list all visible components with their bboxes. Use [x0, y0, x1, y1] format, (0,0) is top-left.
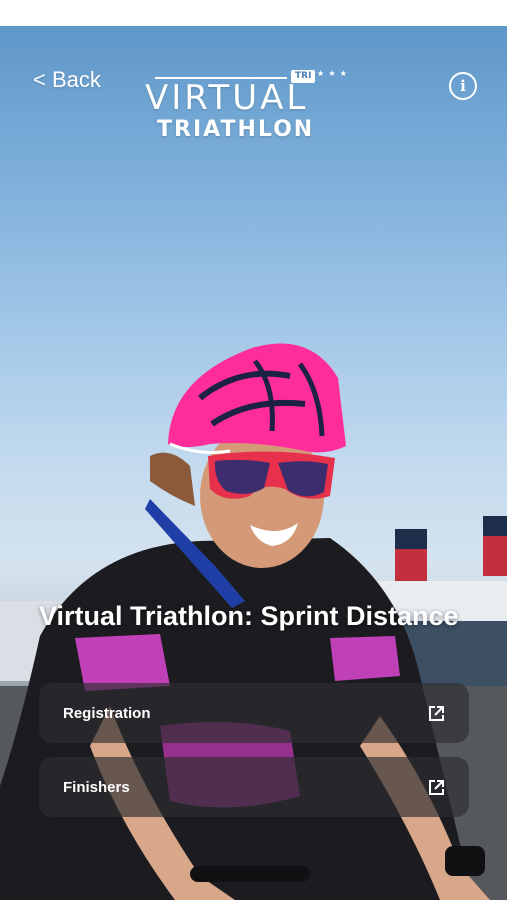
- external-link-icon: [429, 706, 444, 721]
- info-button[interactable]: i: [449, 72, 477, 100]
- event-title: Virtual Triathlon: Sprint Distance: [39, 601, 459, 631]
- hero-background-photo: < Back i TRI ★ ★ ★ VIRTUAL TRIATHLON Vir…: [0, 26, 507, 900]
- registration-link[interactable]: Registration: [39, 683, 469, 743]
- logo-stars-icon: ★ ★ ★: [317, 69, 348, 78]
- back-button[interactable]: < Back: [33, 67, 101, 93]
- info-circle-icon: i: [460, 76, 466, 95]
- external-link-icon: [429, 780, 444, 795]
- logo-word-virtual: VIRTUAL: [145, 78, 309, 118]
- finishers-link[interactable]: Finishers: [39, 757, 469, 817]
- status-bar: [0, 0, 507, 26]
- virtual-triathlon-logo: TRI ★ ★ ★ VIRTUAL TRIATHLON: [145, 66, 365, 146]
- registration-label: Registration: [63, 704, 151, 722]
- finishers-label: Finishers: [63, 778, 130, 796]
- logo-word-triathlon: TRIATHLON: [157, 117, 315, 142]
